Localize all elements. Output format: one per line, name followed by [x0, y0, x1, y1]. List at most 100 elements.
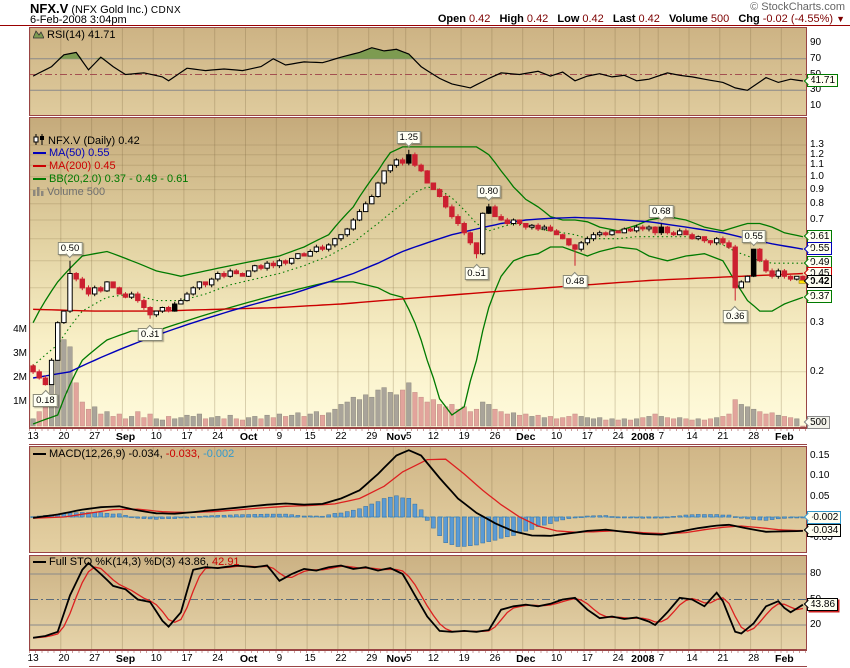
macd-line-icon [33, 453, 46, 456]
candle-body [73, 273, 79, 280]
macd-histogram-bar [437, 516, 442, 536]
macd-line [32, 449, 803, 537]
price-legend-title-row: NFX.V (Daily) 0.42 [33, 134, 188, 147]
candle-body [196, 281, 203, 289]
volume-bar [584, 417, 590, 427]
macd-histogram-bar [215, 515, 221, 518]
volume-bar [283, 416, 289, 427]
macd-histogram-bar [585, 515, 590, 518]
candle-body [572, 244, 578, 250]
macd-histogram-bar [763, 516, 769, 521]
macd-histogram-bar [320, 515, 325, 518]
open-label: Open [437, 13, 466, 25]
candle-body [215, 273, 221, 280]
volume-bar [714, 417, 720, 427]
macd-histogram-bar [695, 514, 701, 518]
macd-histogram-bar [745, 516, 750, 520]
macd-value-box: -0.034 [807, 523, 842, 537]
volume-bar [504, 413, 510, 427]
price-axis-tick: 0.3 [810, 316, 824, 328]
volume-bar [603, 419, 609, 427]
macd-histogram-bar [246, 514, 251, 518]
candle-body [338, 234, 344, 240]
volume-bar [757, 411, 763, 427]
macd-histogram-bar [757, 516, 763, 521]
volume-bar [627, 419, 634, 427]
volume-bar [159, 419, 165, 427]
macd-histogram-bar [351, 509, 356, 518]
date-label: 13 [27, 431, 39, 442]
candle-body [122, 293, 129, 298]
macd-histogram-bar [511, 516, 516, 536]
date-label: Dec [516, 431, 536, 443]
volume-bar [178, 417, 184, 427]
volume-bar [295, 412, 301, 427]
macd-histogram-bar [400, 497, 405, 518]
macd-histogram-bar [277, 513, 282, 518]
volume-bar [430, 399, 436, 427]
candle-body [381, 170, 387, 184]
macd-histogram-bar [794, 516, 800, 519]
macd-histogram-bar [646, 516, 652, 519]
macd-histogram-bar [326, 514, 331, 518]
macd-histogram-bar [517, 516, 522, 533]
volume-bar [523, 413, 529, 427]
macd-histogram-bar [221, 514, 227, 518]
macd-histogram-bar [110, 513, 116, 518]
macd-histogram-bar [197, 516, 202, 518]
candle-body [326, 244, 332, 250]
volume-axis-tick: 2M [13, 372, 27, 383]
volume-bar [590, 418, 597, 427]
date-label: 28 [748, 653, 760, 664]
candle-body [36, 371, 42, 379]
sto-value-box: 43.86 [807, 597, 839, 611]
sto-axis-tick: 20 [810, 619, 822, 630]
volume-bar [492, 408, 498, 427]
candle-body [449, 206, 455, 218]
candle-body [443, 196, 449, 208]
macd-histogram-bar [689, 514, 695, 518]
volume-bar [221, 418, 227, 427]
macd-histogram-bar [720, 514, 726, 518]
candle-body [375, 182, 381, 197]
date-label: 15 [304, 431, 316, 442]
date-label: Sep [115, 653, 136, 665]
macd-histogram-bar [363, 506, 368, 518]
sto-legend-main: Full STO %K(14,3) %D(3) 43.86, [49, 556, 209, 568]
macd-histogram-bar [726, 514, 732, 518]
macd-histogram-bar [498, 516, 504, 539]
macd-histogram-bar [314, 515, 319, 518]
candle-body [467, 232, 474, 244]
macd-histogram-bar [461, 516, 467, 547]
candle-body [553, 230, 560, 236]
volume-bar [498, 411, 504, 427]
volume-bar [781, 416, 787, 427]
date-label: 15 [304, 653, 316, 664]
candle-body [794, 275, 800, 280]
candle-body [683, 230, 689, 236]
candle-body [707, 240, 714, 244]
date-label: 5 [406, 653, 412, 664]
macd-histogram-bar [307, 515, 313, 518]
date-label: 5 [406, 431, 412, 442]
volume-bar [412, 392, 418, 427]
chg-value: -0.02 (-4.55%) [762, 13, 834, 25]
candle-body [566, 238, 572, 246]
volume-bar [332, 408, 338, 427]
macd-histogram-bar [732, 516, 738, 518]
panel-frame [29, 27, 807, 116]
volume-bar [363, 394, 369, 427]
volume-bar [744, 406, 751, 427]
macd-histogram-bar [388, 496, 393, 518]
volume-bar [98, 413, 104, 427]
candle-body [307, 251, 313, 257]
candle-body [147, 307, 153, 316]
candle-body [227, 270, 233, 277]
candle-body [597, 232, 603, 236]
panel-frame [29, 555, 807, 650]
volume-bar [307, 413, 313, 427]
volume-axis-tick: 3M [13, 348, 27, 359]
candle-body [344, 228, 350, 236]
macd-histogram-bar [283, 513, 288, 518]
candle-body [726, 242, 732, 248]
